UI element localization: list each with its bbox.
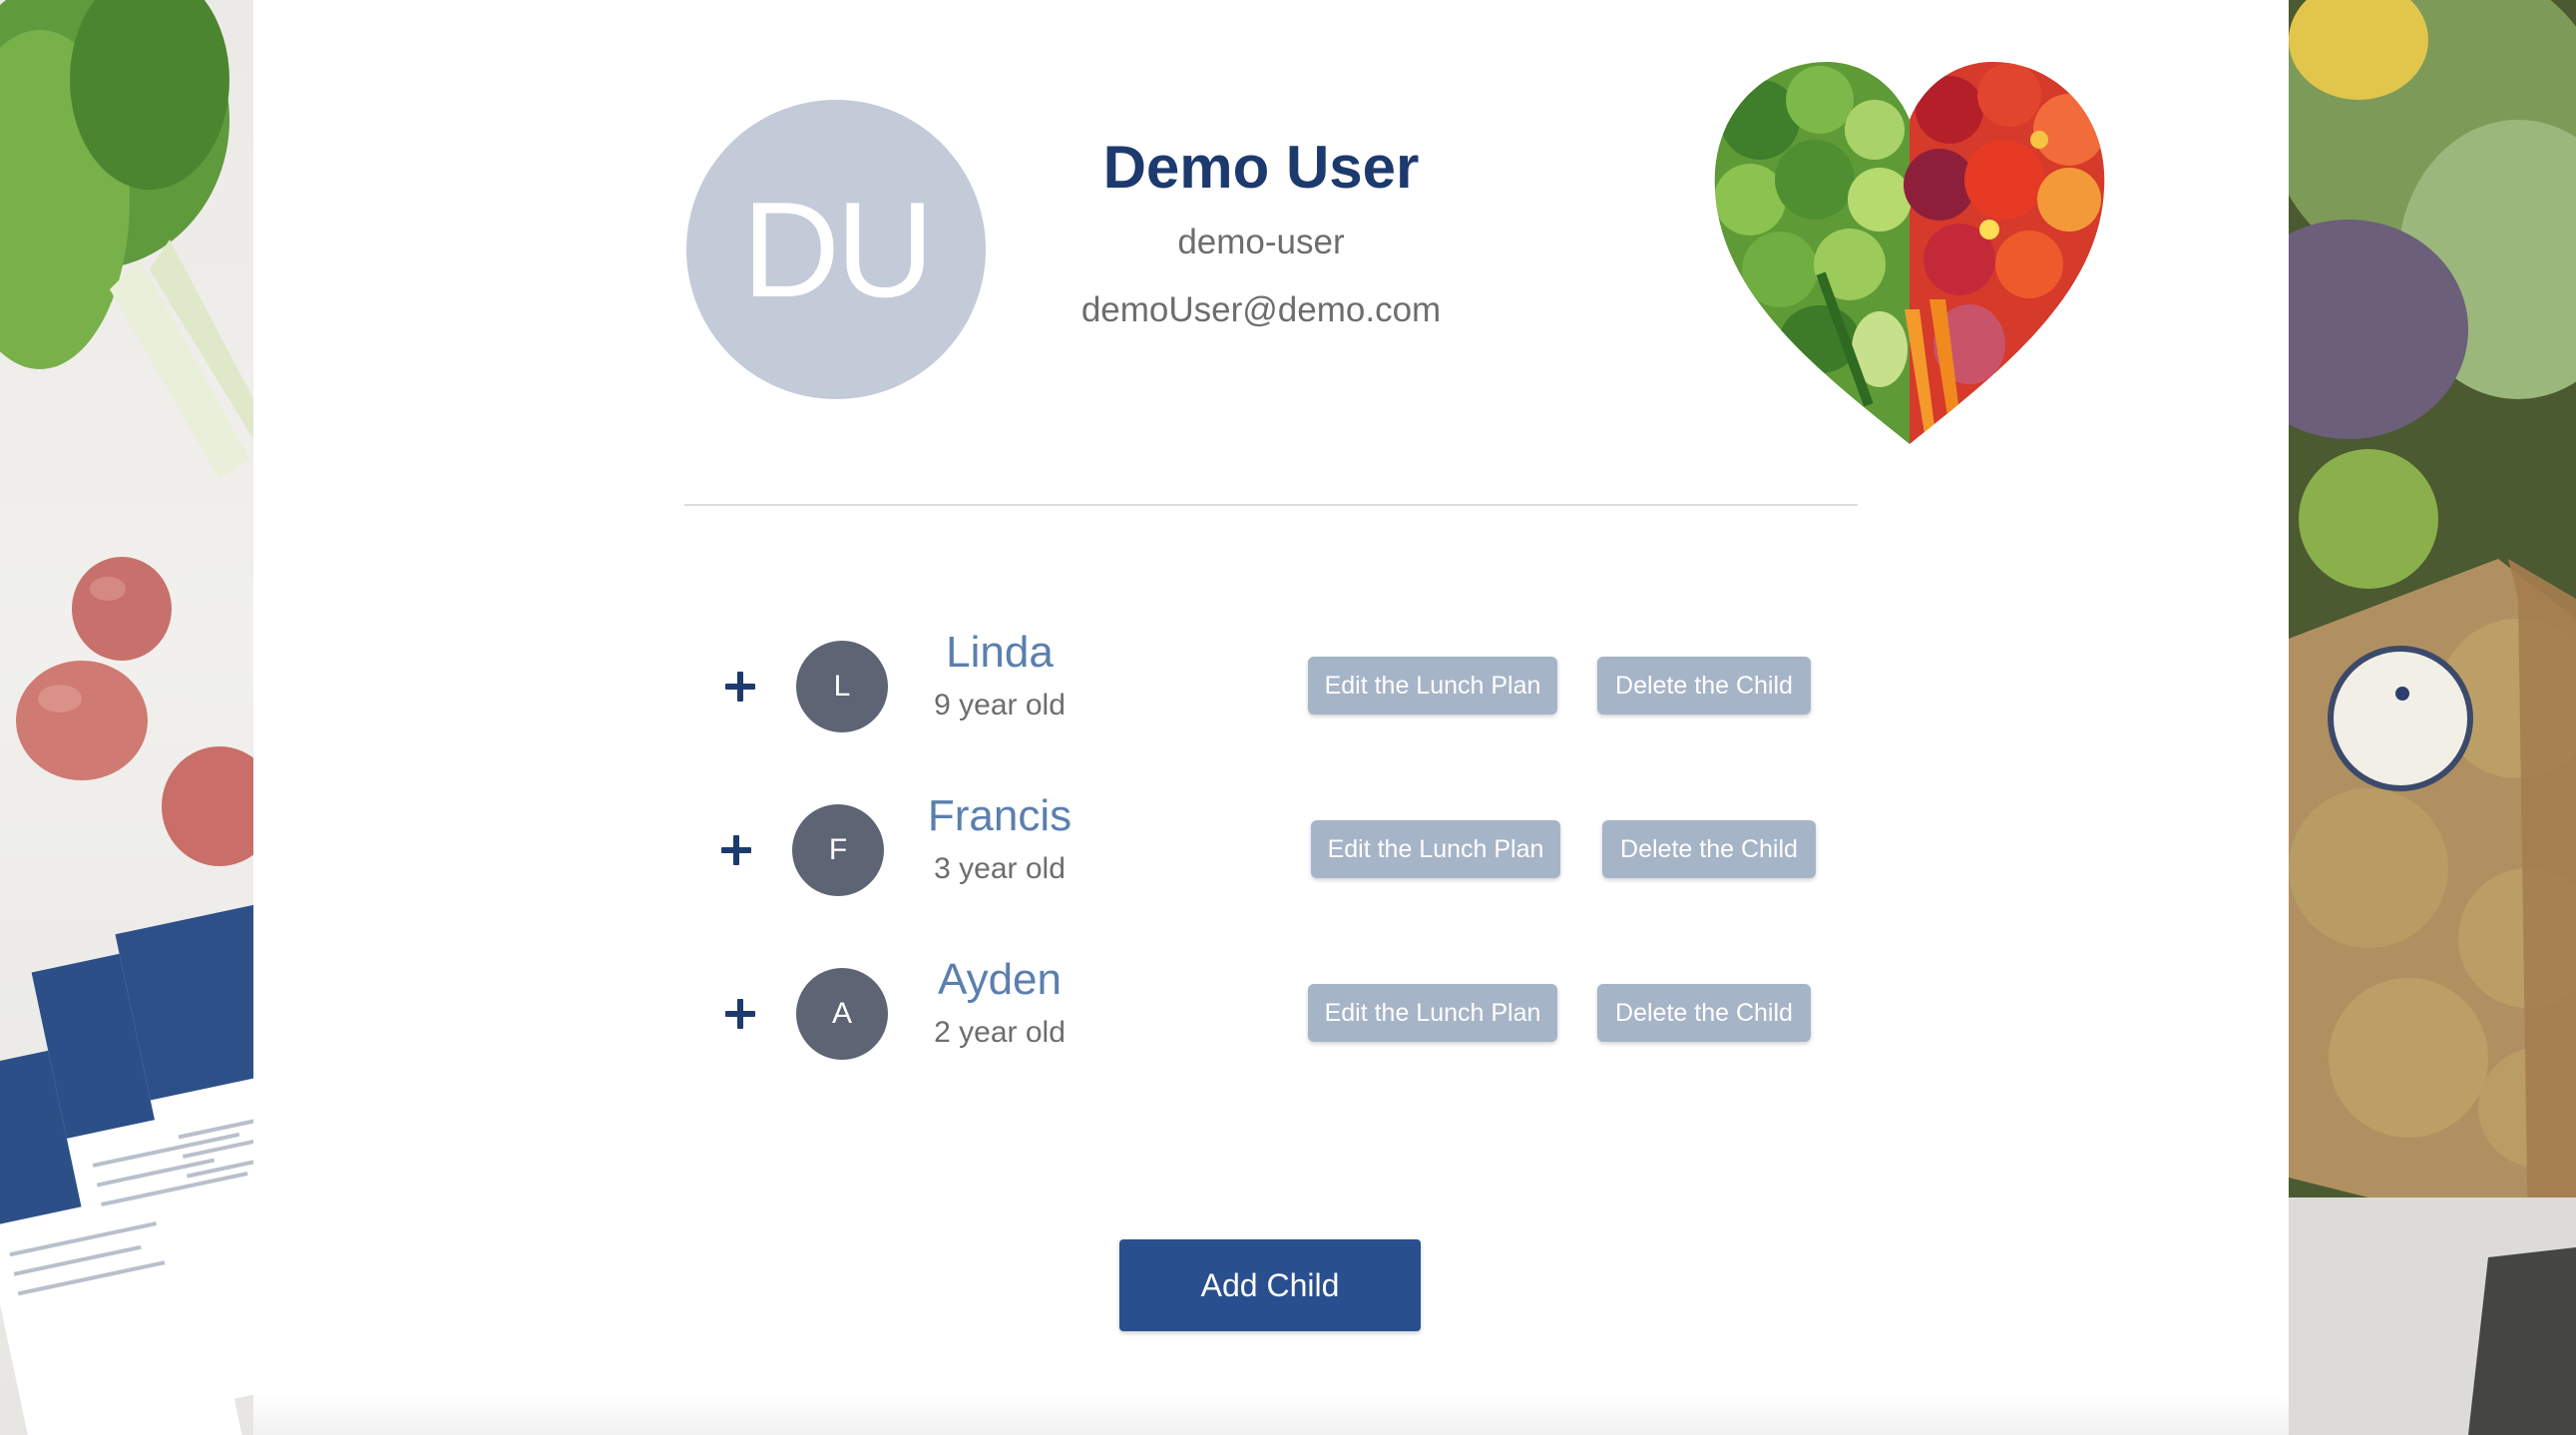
user-avatar: DU [686, 100, 986, 399]
background-right-produce-image [2289, 0, 2576, 1435]
vegetable-heart-illustration [1714, 61, 2105, 445]
user-name: Demo User [1102, 134, 1420, 201]
expand-plus-icon[interactable] [721, 835, 751, 865]
profile-panel: DU Demo User demo-user demoUser@demo.com [253, 0, 2289, 1435]
edit-lunch-plan-button[interactable]: Edit the Lunch Plan [1308, 984, 1557, 1042]
expand-plus-icon[interactable] [725, 999, 755, 1029]
child-name: Ayden [938, 955, 1062, 1004]
child-age: 2 year old [934, 1016, 1066, 1050]
background-right-illustration [2289, 0, 2576, 1435]
child-avatar-initial: L [833, 670, 851, 703]
child-row: L Linda 9 year old Edit the Lunch Plan D… [253, 628, 2289, 738]
delete-child-button[interactable]: Delete the Child [1597, 984, 1811, 1042]
delete-child-button[interactable]: Delete the Child [1597, 657, 1811, 715]
expand-plus-icon[interactable] [725, 672, 755, 702]
user-info: Demo User demo-user demoUser@demo.com [992, 130, 1530, 332]
user-username: demo-user [1177, 223, 1345, 261]
section-divider [684, 504, 1858, 506]
child-age: 3 year old [934, 852, 1066, 886]
delete-child-button[interactable]: Delete the Child [1602, 820, 1816, 878]
child-info: Ayden 2 year old [870, 955, 1129, 1050]
user-email: demoUser@demo.com [1080, 289, 1442, 329]
child-info: Linda 9 year old [870, 628, 1129, 722]
background-left-illustration [0, 0, 253, 1435]
child-age: 9 year old [934, 689, 1066, 722]
child-name: Linda [946, 628, 1054, 677]
child-avatar-initial: F [828, 833, 848, 866]
child-row: A Ayden 2 year old Edit the Lunch Plan D… [253, 955, 2289, 1066]
child-info: Francis 3 year old [870, 791, 1129, 886]
vegetable-heart-image [1700, 50, 2119, 449]
add-child-button[interactable]: Add Child [1119, 1239, 1421, 1331]
child-name: Francis [927, 791, 1073, 840]
child-row: F Francis 3 year old Edit the Lunch Plan… [253, 791, 2289, 902]
child-avatar-initial: A [831, 997, 852, 1030]
panel-bottom-shadow [253, 1395, 2289, 1435]
edit-lunch-plan-button[interactable]: Edit the Lunch Plan [1311, 820, 1560, 878]
user-avatar-initials: DU [741, 174, 934, 325]
edit-lunch-plan-button[interactable]: Edit the Lunch Plan [1308, 657, 1557, 715]
background-left-kitchen-image [0, 0, 253, 1435]
